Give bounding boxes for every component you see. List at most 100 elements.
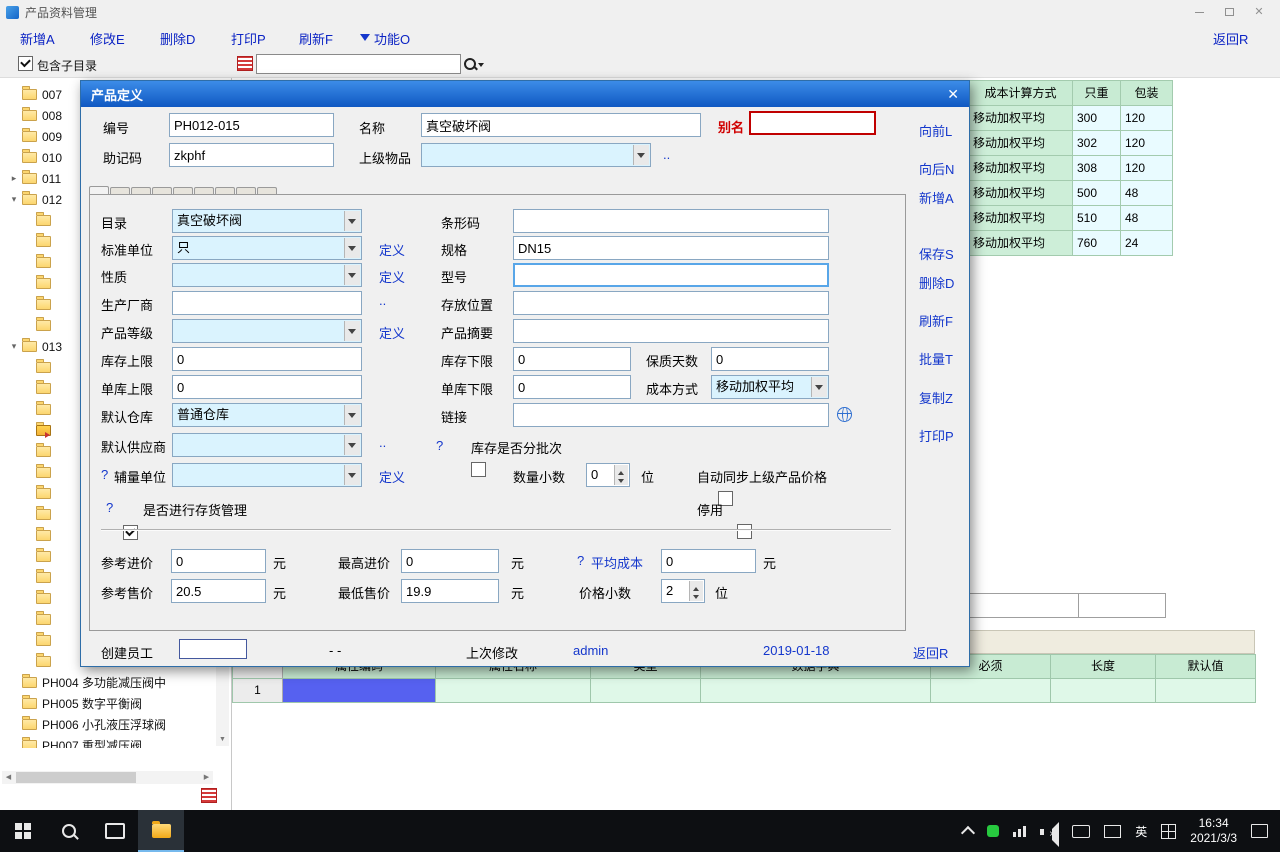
summary-input[interactable]	[513, 319, 829, 343]
dropdown-arrow-icon[interactable]	[344, 211, 360, 231]
minimize-button[interactable]	[1184, 1, 1214, 23]
menu-print[interactable]: 打印P	[231, 29, 266, 48]
ime-icon[interactable]	[1161, 824, 1176, 839]
spinner-up-icon[interactable]	[689, 581, 703, 591]
band-icon[interactable]	[237, 56, 253, 71]
taskbar-search-button[interactable]	[46, 810, 92, 852]
menu-refresh[interactable]: 刷新F	[299, 29, 333, 48]
dialog-back-button[interactable]: 返回R	[913, 643, 948, 662]
stock-upper-input[interactable]	[172, 347, 362, 371]
barcode-input[interactable]	[513, 209, 829, 233]
expander-icon[interactable]: ▸	[6, 173, 22, 184]
selected-cell[interactable]	[283, 679, 436, 703]
touch-keyboard-icon[interactable]	[1072, 825, 1090, 838]
parent-item-select[interactable]	[421, 143, 651, 167]
shelf-days-input[interactable]	[711, 347, 829, 371]
column-header-length[interactable]: 长度	[1051, 655, 1156, 679]
avg-cost-input[interactable]	[661, 549, 756, 573]
menu-functions[interactable]: 功能O	[360, 29, 410, 48]
aux-unit-help-icon[interactable]: ?	[101, 467, 108, 482]
refresh-button[interactable]: 刷新F	[919, 311, 953, 330]
dialog-titlebar[interactable]: 产品定义 ✕	[81, 81, 969, 107]
notification-center-icon[interactable]	[1251, 824, 1268, 838]
grade-select[interactable]	[172, 319, 362, 343]
copy-button[interactable]: 复制Z	[919, 388, 953, 407]
parent-more-link[interactable]: ..	[663, 147, 670, 162]
table-row[interactable]: 移动加权平均 302 120	[969, 131, 1173, 156]
file-explorer-button[interactable]	[138, 810, 184, 852]
batch-help-icon[interactable]: ?	[436, 438, 443, 453]
aux-unit-define-link[interactable]: 定义	[379, 467, 405, 486]
table-row[interactable]: 移动加权平均 300 120	[969, 106, 1173, 131]
single-upper-input[interactable]	[172, 375, 362, 399]
column-header-default[interactable]: 默认值	[1156, 655, 1256, 679]
location-input[interactable]	[513, 291, 829, 315]
attr-cell[interactable]	[1051, 679, 1156, 703]
band-icon[interactable]	[201, 788, 217, 803]
globe-icon[interactable]	[837, 407, 852, 422]
print-button[interactable]: 打印P	[919, 426, 954, 445]
batch-checkbox[interactable]	[471, 462, 486, 477]
delete-button[interactable]: 删除D	[919, 273, 954, 292]
tray-expand-icon[interactable]	[961, 825, 975, 839]
volume-muted-icon[interactable]	[1040, 825, 1058, 838]
avg-cost-help-icon[interactable]: ?	[577, 553, 584, 568]
attr-cell[interactable]	[436, 679, 591, 703]
menu-back[interactable]: 返回R	[1213, 29, 1248, 48]
display-icon[interactable]	[1104, 825, 1121, 838]
supplier-select[interactable]	[172, 433, 362, 457]
grade-define-link[interactable]: 定义	[379, 323, 405, 342]
scroll-right-icon[interactable]: ▶	[200, 771, 213, 784]
dropdown-arrow-icon[interactable]	[344, 238, 360, 258]
attr-cell[interactable]	[1156, 679, 1256, 703]
supplier-more-link[interactable]: ..	[379, 435, 386, 450]
min-sale-input[interactable]	[401, 579, 499, 603]
disable-checkbox[interactable]	[737, 524, 752, 539]
ref-sale-input[interactable]	[171, 579, 266, 603]
table-row[interactable]: 移动加权平均 760 24	[969, 231, 1173, 256]
creator-input[interactable]	[179, 639, 247, 659]
catalog-select[interactable]: 真空破坏阀	[172, 209, 362, 233]
ref-purchase-input[interactable]	[171, 549, 266, 573]
tree-item[interactable]: PH007 重型减压阀	[0, 735, 215, 748]
dropdown-arrow-icon[interactable]	[344, 321, 360, 341]
manufacturer-more-link[interactable]: ..	[379, 293, 386, 308]
column-header-cost-method[interactable]: 成本计算方式	[969, 81, 1073, 106]
scroll-down-icon[interactable]: ▼	[216, 734, 229, 746]
scroll-left-icon[interactable]: ◀	[2, 771, 15, 784]
max-purchase-input[interactable]	[401, 549, 499, 573]
menu-add[interactable]: 新增A	[20, 29, 55, 48]
menu-edit[interactable]: 修改E	[90, 29, 125, 48]
single-lower-input[interactable]	[513, 375, 631, 399]
maximize-button[interactable]	[1214, 1, 1244, 23]
table-row[interactable]: 移动加权平均 308 120	[969, 156, 1173, 181]
inventory-mgmt-checkbox[interactable]	[123, 525, 138, 540]
next-button[interactable]: 向后N	[919, 159, 954, 178]
price-decimal-spinner[interactable]: 2	[661, 579, 705, 603]
include-sub-checkbox[interactable]	[18, 56, 33, 71]
cost-method-select[interactable]: 移动加权平均	[711, 375, 829, 399]
qty-decimal-spinner[interactable]: 0	[586, 463, 630, 487]
expander-icon[interactable]: ▾	[6, 341, 22, 352]
spinner-up-icon[interactable]	[614, 465, 628, 475]
unit-select[interactable]: 只	[172, 236, 362, 260]
tree-horizontal-scrollbar[interactable]: ◀ ▶	[2, 771, 213, 784]
dropdown-arrow-icon[interactable]	[344, 465, 360, 485]
language-indicator[interactable]: 英	[1135, 823, 1147, 840]
stock-lower-input[interactable]	[513, 347, 631, 371]
attr-cell[interactable]	[591, 679, 701, 703]
column-header-unit-weight[interactable]: 只重	[1073, 81, 1121, 106]
task-view-button[interactable]	[92, 810, 138, 852]
expander-icon[interactable]: ▾	[6, 194, 22, 205]
close-button[interactable]: ✕	[1244, 1, 1274, 23]
spinner-down-icon[interactable]	[614, 475, 628, 485]
menu-delete[interactable]: 删除D	[160, 29, 195, 48]
tray-app-icon[interactable]	[987, 825, 999, 837]
unit-define-link[interactable]: 定义	[379, 240, 405, 259]
save-button[interactable]: 保存S	[919, 244, 954, 263]
batch-button[interactable]: 批量T	[919, 349, 953, 368]
tree-item[interactable]: PH006 小孔液压浮球阀	[0, 714, 215, 735]
add-button[interactable]: 新增A	[919, 188, 954, 207]
tree-item[interactable]: PH004 多功能减压阀中	[0, 672, 215, 693]
mnemonic-input[interactable]	[169, 143, 334, 167]
